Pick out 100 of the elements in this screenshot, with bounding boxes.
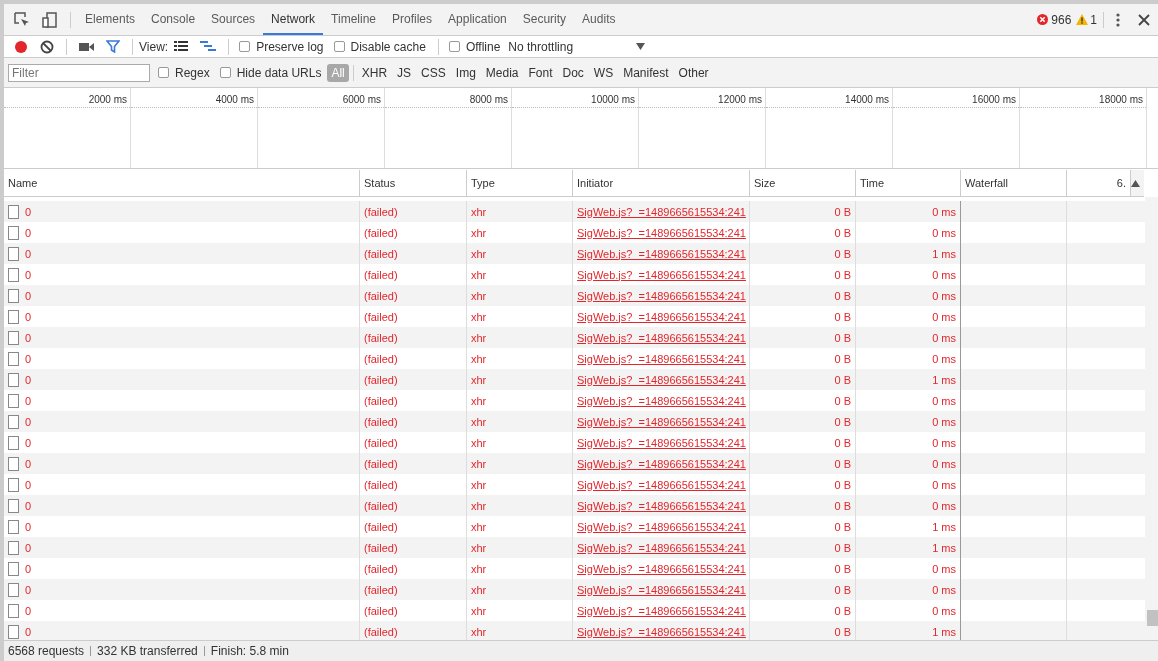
clear-icon[interactable] bbox=[40, 39, 54, 54]
record-icon[interactable] bbox=[14, 39, 28, 54]
time-text: 1 ms bbox=[932, 247, 956, 260]
initiator-link[interactable]: SigWeb.js?_=1489665615534:241 bbox=[577, 352, 746, 365]
request-name[interactable]: 0 bbox=[25, 478, 32, 491]
type-filter[interactable]: XHR bbox=[357, 63, 392, 82]
column-header[interactable]: Size bbox=[750, 170, 856, 197]
filter-icon[interactable] bbox=[106, 40, 120, 53]
initiator-link[interactable]: SigWeb.js?_=1489665615534:241 bbox=[577, 625, 746, 638]
time-tick: 18000 ms bbox=[1020, 88, 1146, 108]
status-text: (failed) bbox=[364, 247, 398, 260]
column-header[interactable]: Name bbox=[4, 170, 360, 197]
checkbox[interactable] bbox=[219, 67, 231, 78]
request-name[interactable]: 0 bbox=[25, 289, 32, 302]
initiator-link[interactable]: SigWeb.js?_=1489665615534:241 bbox=[577, 604, 746, 617]
column-header[interactable]: Type bbox=[467, 170, 573, 197]
sort-icon[interactable] bbox=[1131, 179, 1140, 187]
checkbox[interactable] bbox=[333, 41, 345, 52]
panel-tab[interactable]: Application bbox=[440, 4, 515, 35]
initiator-link[interactable]: SigWeb.js?_=1489665615534:241 bbox=[577, 247, 746, 260]
type-filter[interactable]: CSS bbox=[417, 63, 450, 82]
scrollbar[interactable] bbox=[1145, 197, 1158, 640]
initiator-link[interactable]: SigWeb.js?_=1489665615534:241 bbox=[577, 541, 746, 554]
device-icon[interactable] bbox=[42, 11, 58, 28]
panel-tab[interactable]: Console bbox=[143, 4, 204, 35]
close-icon[interactable] bbox=[1138, 13, 1150, 26]
request-name[interactable]: 0 bbox=[25, 499, 32, 512]
initiator-link[interactable]: SigWeb.js?_=1489665615534:241 bbox=[577, 310, 746, 323]
waterfall-view-icon[interactable] bbox=[200, 41, 217, 52]
initiator-link[interactable]: SigWeb.js?_=1489665615534:241 bbox=[577, 415, 746, 428]
dropdown-icon[interactable] bbox=[636, 43, 646, 50]
initiator-link[interactable]: SigWeb.js?_=1489665615534:241 bbox=[577, 499, 746, 512]
request-name[interactable]: 0 bbox=[25, 562, 32, 575]
type-filter[interactable]: JS bbox=[393, 63, 416, 82]
initiator-link[interactable]: SigWeb.js?_=1489665615534:241 bbox=[577, 520, 746, 533]
request-name[interactable]: 0 bbox=[25, 205, 32, 218]
warning-count: 1 bbox=[1090, 12, 1097, 27]
filter-field[interactable]: Filter bbox=[8, 63, 150, 82]
request-name[interactable]: 0 bbox=[25, 583, 32, 596]
request-name[interactable]: 0 bbox=[25, 373, 32, 386]
request-name[interactable]: 0 bbox=[25, 226, 32, 239]
column-header[interactable]: Initiator bbox=[573, 170, 750, 197]
request-name[interactable]: 0 bbox=[25, 520, 32, 533]
initiator-link[interactable]: SigWeb.js?_=1489665615534:241 bbox=[577, 289, 746, 302]
request-name[interactable]: 0 bbox=[25, 310, 32, 323]
request-name[interactable]: 0 bbox=[25, 268, 32, 281]
type-filter[interactable]: WS bbox=[589, 63, 618, 82]
initiator-link[interactable]: SigWeb.js?_=1489665615534:241 bbox=[577, 478, 746, 491]
type-filter[interactable]: Font bbox=[524, 63, 557, 82]
panel-tab[interactable]: Sources bbox=[203, 4, 264, 35]
checkbox[interactable] bbox=[448, 41, 460, 52]
type-text: xhr bbox=[471, 520, 487, 533]
checkbox[interactable] bbox=[158, 67, 169, 78]
type-filter[interactable]: All bbox=[327, 63, 349, 82]
initiator-link[interactable]: SigWeb.js?_=1489665615534:241 bbox=[577, 436, 746, 449]
more-icon[interactable] bbox=[1116, 12, 1120, 27]
request-name[interactable]: 0 bbox=[25, 247, 32, 260]
initiator-link[interactable]: SigWeb.js?_=1489665615534:241 bbox=[577, 268, 746, 281]
panel-tab[interactable]: Security bbox=[514, 4, 575, 35]
type-filter[interactable]: Doc bbox=[558, 63, 588, 82]
list-view-icon[interactable] bbox=[174, 41, 189, 52]
initiator-link[interactable]: SigWeb.js?_=1489665615534:241 bbox=[577, 331, 746, 344]
camera-icon[interactable] bbox=[79, 41, 94, 52]
panel-tab[interactable]: Timeline bbox=[323, 4, 384, 35]
column-header[interactable]: Status bbox=[360, 170, 467, 197]
status-text: (failed) bbox=[364, 226, 398, 239]
initiator-link[interactable]: SigWeb.js?_=1489665615534:241 bbox=[577, 457, 746, 470]
request-name[interactable]: 0 bbox=[25, 415, 32, 428]
checkbox[interactable] bbox=[239, 41, 251, 52]
initiator-link[interactable]: SigWeb.js?_=1489665615534:241 bbox=[577, 205, 746, 218]
type-filter[interactable]: Other bbox=[674, 63, 713, 82]
file-icon bbox=[8, 309, 19, 324]
request-name[interactable]: 0 bbox=[25, 394, 32, 407]
inspect-icon[interactable] bbox=[14, 11, 30, 28]
panel-tab[interactable]: Audits bbox=[574, 4, 624, 35]
request-name[interactable]: 0 bbox=[25, 352, 32, 365]
panel-tab[interactable]: Elements bbox=[77, 4, 144, 35]
initiator-link[interactable]: SigWeb.js?_=1489665615534:241 bbox=[577, 226, 746, 239]
column-header[interactable]: Time bbox=[856, 170, 961, 197]
request-name[interactable]: 0 bbox=[25, 541, 32, 554]
initiator-link[interactable]: SigWeb.js?_=1489665615534:241 bbox=[577, 562, 746, 575]
type-filter[interactable]: Media bbox=[481, 63, 523, 82]
initiator-link[interactable]: SigWeb.js?_=1489665615534:241 bbox=[577, 394, 746, 407]
status-text: (failed) bbox=[364, 373, 398, 386]
type-filter[interactable]: Img bbox=[451, 63, 480, 82]
request-name[interactable]: 0 bbox=[25, 604, 32, 617]
request-name[interactable]: 0 bbox=[25, 625, 32, 638]
column-header[interactable]: Waterfall bbox=[961, 170, 1067, 197]
status-text: 6568 requests bbox=[8, 644, 85, 658]
panel-tab[interactable]: Profiles bbox=[384, 4, 441, 35]
initiator-link[interactable]: SigWeb.js?_=1489665615534:241 bbox=[577, 583, 746, 596]
initiator-link[interactable]: SigWeb.js?_=1489665615534:241 bbox=[577, 373, 746, 386]
request-name[interactable]: 0 bbox=[25, 457, 32, 470]
throttling-select[interactable]: No throttling bbox=[508, 39, 631, 54]
size-text: 0 B bbox=[834, 205, 851, 218]
request-name[interactable]: 0 bbox=[25, 436, 32, 449]
request-name[interactable]: 0 bbox=[25, 331, 32, 344]
status-text: 332 KB transferred bbox=[97, 644, 198, 658]
type-filter[interactable]: Manifest bbox=[619, 63, 673, 82]
status-text: (failed) bbox=[364, 289, 398, 302]
